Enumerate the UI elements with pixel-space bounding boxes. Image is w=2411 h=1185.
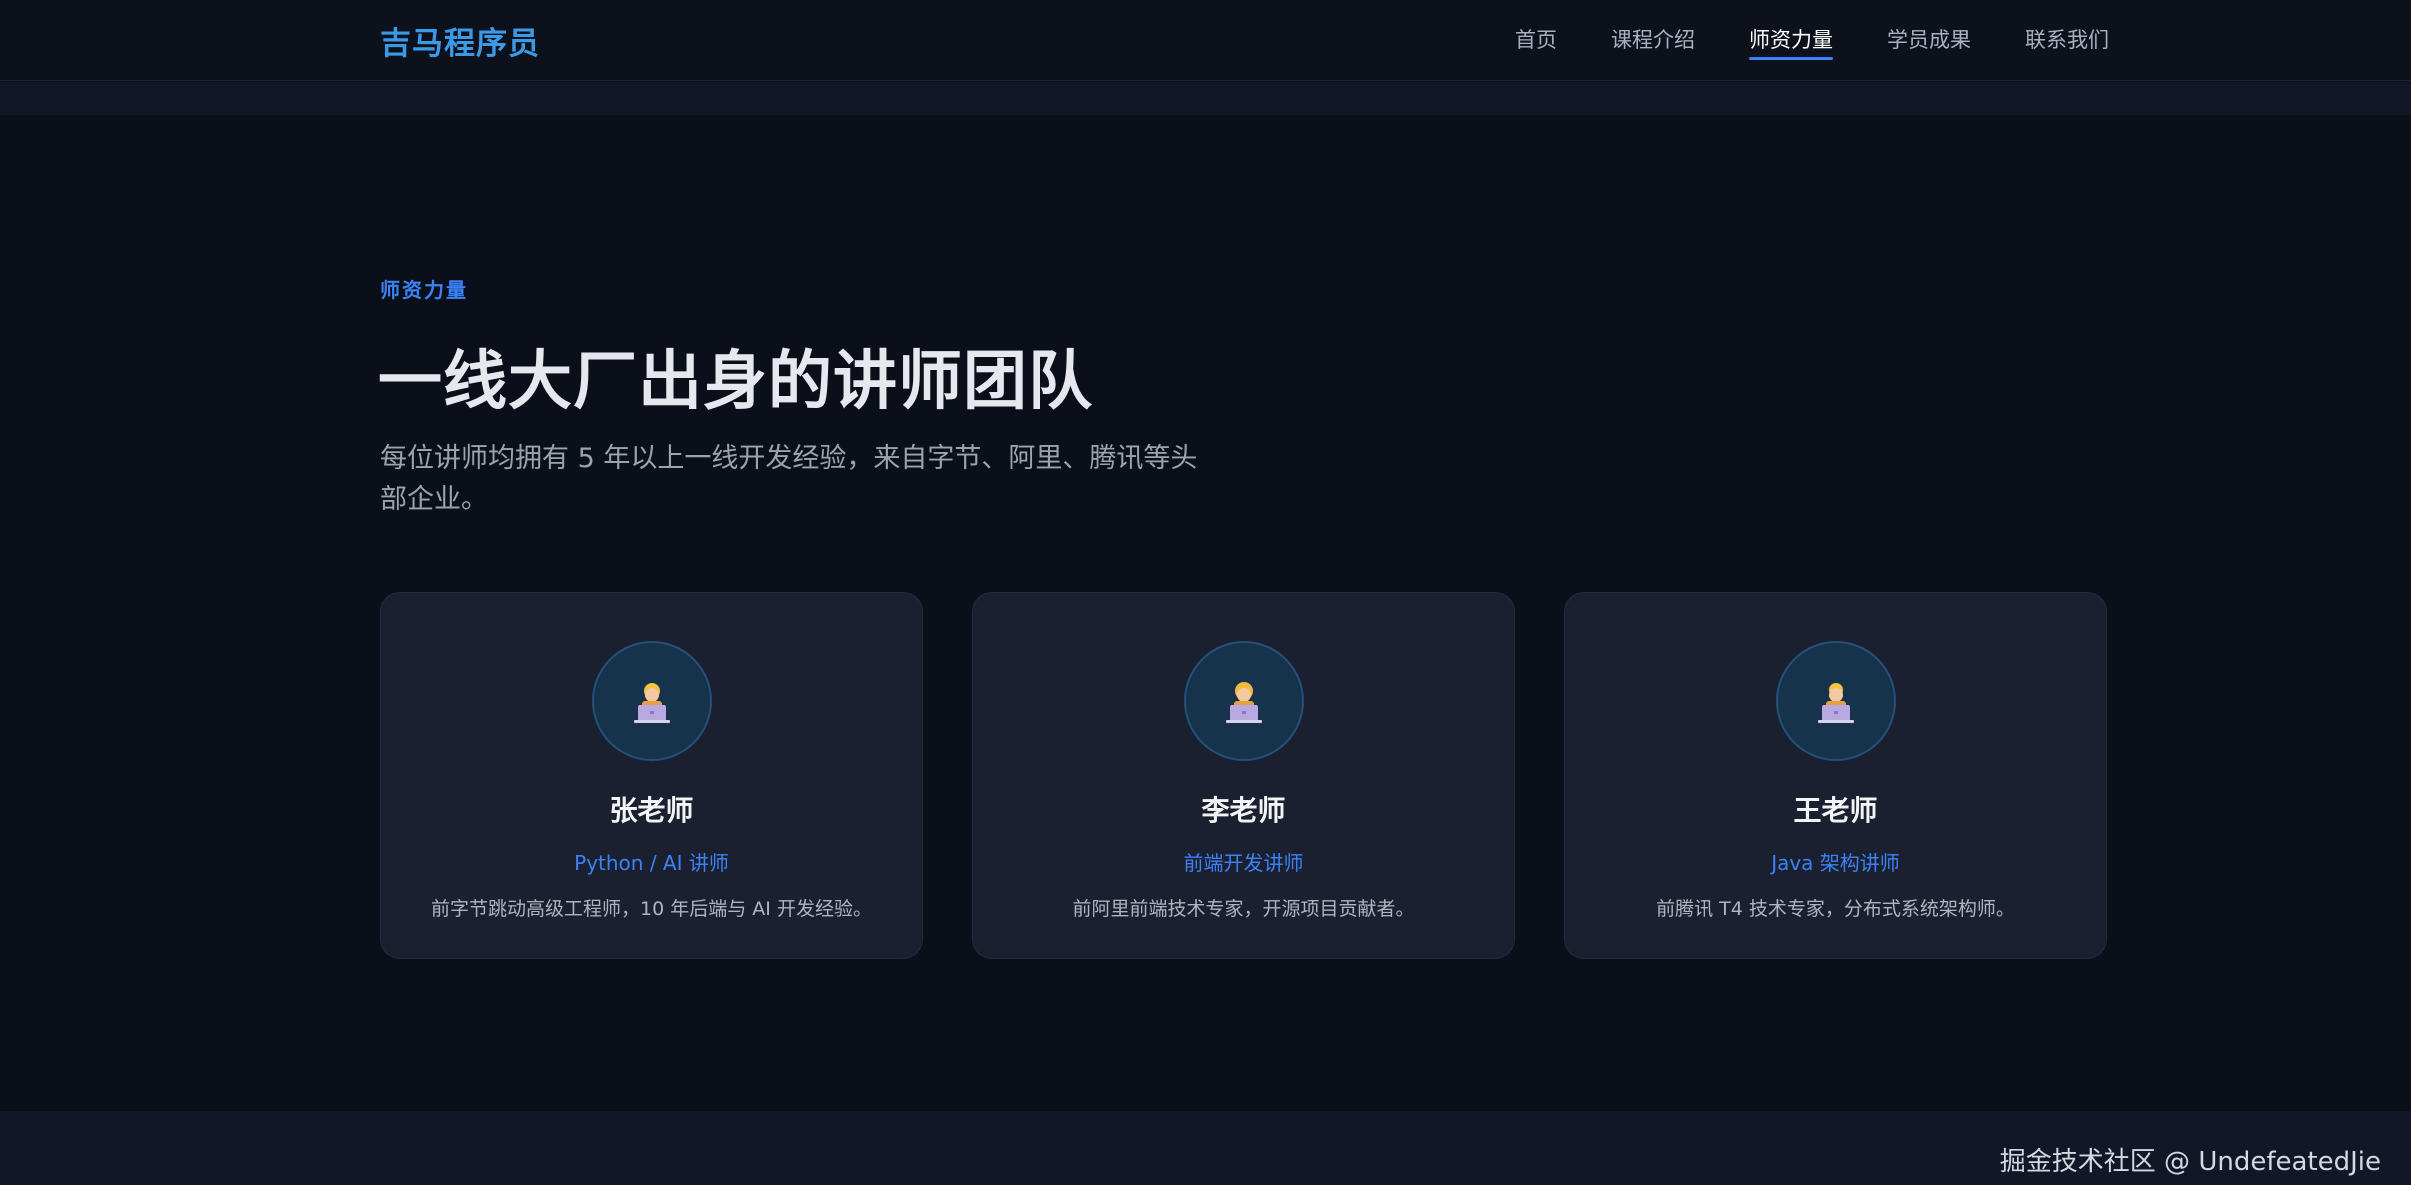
section-title: 一线大厂出身的讲师团队 bbox=[378, 345, 1093, 419]
teacher-card[interactable]: 张老师 Python / AI 讲师 前字节跳动高级工程师，10 年后端与 AI… bbox=[380, 592, 923, 959]
technologist-emoji-icon bbox=[1817, 683, 1854, 723]
nav-item-home[interactable]: 首页 bbox=[1515, 24, 1557, 60]
nav-item-contact[interactable]: 联系我们 bbox=[2025, 24, 2109, 60]
nav-item-results[interactable]: 学员成果 bbox=[1887, 24, 1971, 60]
top-navbar: 吉马程序员 首页 课程介绍 师资力量 学员成果 联系我们 bbox=[0, 0, 2411, 81]
teacher-avatar bbox=[1775, 641, 1896, 761]
technologist-emoji-icon bbox=[633, 683, 670, 723]
teacher-description: 前字节跳动高级工程师，10 年后端与 AI 开发经验。 bbox=[431, 898, 872, 920]
teacher-role: Python / AI 讲师 bbox=[574, 851, 729, 875]
teacher-card[interactable]: 李老师 前端开发讲师 前阿里前端技术专家，开源项目贡献者。 bbox=[972, 592, 1515, 959]
teacher-avatar bbox=[591, 641, 712, 761]
teacher-card[interactable]: 王老师 Java 架构讲师 前腾讯 T4 技术专家，分布式系统架构师。 bbox=[1564, 592, 2107, 959]
nav-item-courses[interactable]: 课程介绍 bbox=[1611, 24, 1695, 60]
teacher-role: 前端开发讲师 bbox=[1183, 851, 1304, 875]
teacher-name: 李老师 bbox=[1201, 794, 1286, 827]
section-eyebrow: 师资力量 bbox=[380, 278, 468, 302]
teacher-avatar bbox=[1183, 641, 1304, 761]
teacher-description: 前腾讯 T4 技术专家，分布式系统架构师。 bbox=[1656, 898, 2015, 920]
section-subtitle: 每位讲师均拥有 5 年以上一线开发经验，来自字节、阿里、腾讯等头部企业。 bbox=[380, 443, 1198, 515]
teacher-name: 王老师 bbox=[1793, 794, 1878, 827]
technologist-emoji-icon bbox=[1225, 682, 1262, 723]
brand-logo[interactable]: 吉马程序员 bbox=[380, 18, 540, 63]
teacher-description: 前阿里前端技术专家，开源项目贡献者。 bbox=[1072, 898, 1415, 920]
teacher-cards: 张老师 Python / AI 讲师 前字节跳动高级工程师，10 年后端与 AI… bbox=[380, 592, 2107, 959]
nav-item-teachers[interactable]: 师资力量 bbox=[1749, 24, 1833, 60]
header-divider-strip bbox=[0, 82, 2411, 115]
watermark-text: 掘金技术社区 @ UndefeatedJie bbox=[1999, 1147, 2381, 1177]
teacher-role: Java 架构讲师 bbox=[1771, 851, 1900, 875]
footer-bar: 掘金技术社区 @ UndefeatedJie bbox=[0, 1111, 2411, 1185]
main-nav: 首页 课程介绍 师资力量 学员成果 联系我们 bbox=[1515, 24, 2109, 60]
teacher-name: 张老师 bbox=[609, 794, 694, 827]
